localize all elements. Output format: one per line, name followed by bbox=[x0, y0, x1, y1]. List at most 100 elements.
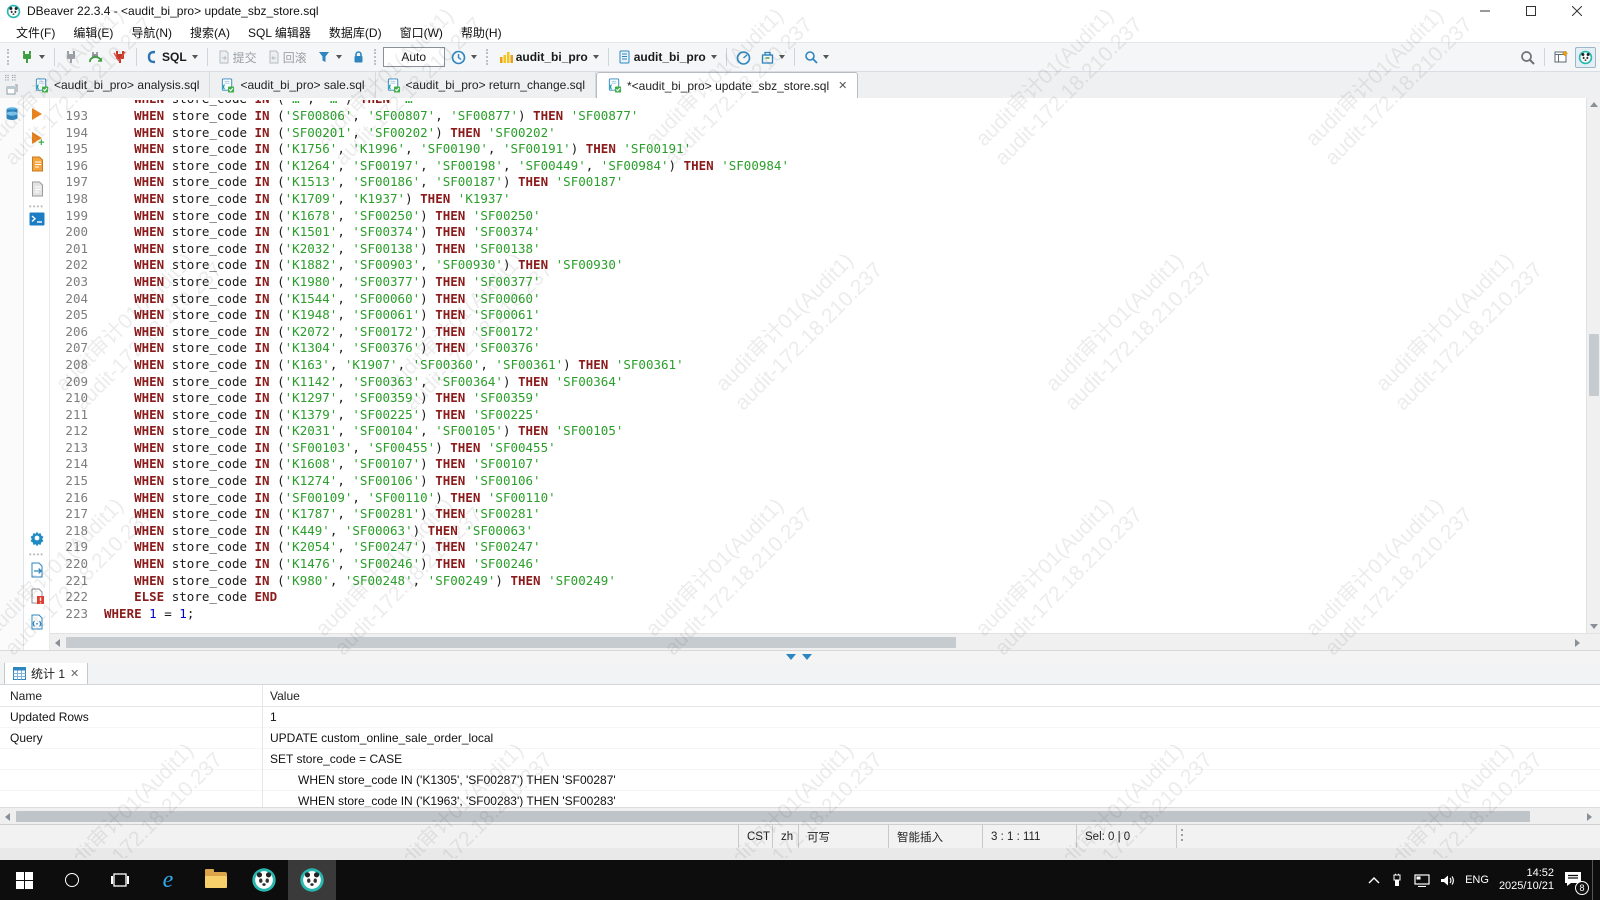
close-tab-icon[interactable]: ✕ bbox=[70, 667, 79, 680]
code-line[interactable]: 197 WHEN store_code IN ('K1513', 'SF0018… bbox=[50, 174, 1600, 191]
internet-explorer-button[interactable]: e bbox=[144, 860, 192, 900]
status-timezone[interactable]: CST bbox=[738, 825, 772, 848]
usb-icon[interactable] bbox=[1390, 873, 1404, 887]
code-line[interactable]: 211 WHEN store_code IN ('K1379', 'SF0022… bbox=[50, 407, 1600, 424]
scroll-left-arrow[interactable] bbox=[5, 813, 10, 821]
commit-button[interactable]: 提交 bbox=[213, 46, 261, 69]
code-line[interactable]: 209 WHEN store_code IN ('K1142', 'SF0036… bbox=[50, 374, 1600, 391]
rollback-button[interactable]: 回滚 bbox=[263, 46, 311, 69]
dashboard-button[interactable] bbox=[732, 47, 755, 68]
transaction-mode-button[interactable] bbox=[313, 47, 346, 67]
menu-item[interactable]: 搜索(A) bbox=[182, 22, 238, 43]
commit-mode-combo[interactable]: Auto bbox=[383, 47, 445, 67]
code-line[interactable]: 201 WHEN store_code IN ('K2032', 'SF0013… bbox=[50, 241, 1600, 258]
scroll-right-arrow[interactable] bbox=[1587, 813, 1592, 821]
sql-editor[interactable]: WHEN store_code IN ('…', '…') THEN '…'19… bbox=[50, 98, 1600, 650]
code-line[interactable]: 193 WHEN store_code IN ('SF00806', 'SF00… bbox=[50, 108, 1600, 125]
execute-new-tab-button[interactable]: + bbox=[32, 132, 42, 144]
code-line[interactable]: 204 WHEN store_code IN ('K1544', 'SF0006… bbox=[50, 291, 1600, 308]
panel-horizontal-scrollbar[interactable] bbox=[0, 807, 1600, 824]
search-taskbar-button[interactable] bbox=[48, 860, 96, 900]
language-indicator[interactable]: ENG bbox=[1465, 874, 1489, 886]
taskbar-clock[interactable]: 14:52 2025/10/21 bbox=[1499, 867, 1554, 893]
code-line[interactable]: 199 WHEN store_code IN ('K1678', 'SF0025… bbox=[50, 208, 1600, 225]
editor-vertical-scrollbar[interactable] bbox=[1586, 98, 1600, 633]
menu-item[interactable]: 编辑(E) bbox=[65, 22, 121, 43]
code-line[interactable]: 210 WHEN store_code IN ('K1297', 'SF0035… bbox=[50, 390, 1600, 407]
commit-type-button[interactable] bbox=[757, 48, 789, 67]
script-output-button[interactable] bbox=[29, 614, 45, 630]
transaction-lock-button[interactable] bbox=[348, 47, 369, 67]
open-perspective-button[interactable] bbox=[1550, 47, 1573, 67]
code-line[interactable]: 215 WHEN store_code IN ('K1274', 'SF0010… bbox=[50, 473, 1600, 490]
collapse-down-icon[interactable] bbox=[786, 654, 796, 660]
execute-statement-button[interactable] bbox=[32, 108, 42, 120]
editor-tab[interactable]: <audit_bi_pro> sale.sql bbox=[210, 72, 375, 98]
code-line[interactable]: 218 WHEN store_code IN ('K449', 'SF00063… bbox=[50, 523, 1600, 540]
action-center-button[interactable]: 8 bbox=[1564, 871, 1582, 890]
table-row[interactable]: SET store_code = CASE bbox=[0, 749, 1600, 770]
editor-settings-button[interactable] bbox=[29, 530, 45, 546]
export-result-button[interactable] bbox=[29, 562, 45, 578]
code-line[interactable]: 212 WHEN store_code IN ('K2031', 'SF0010… bbox=[50, 423, 1600, 440]
vscroll-thumb[interactable] bbox=[1589, 334, 1599, 396]
task-view-button[interactable] bbox=[96, 860, 144, 900]
hscroll-thumb[interactable] bbox=[66, 637, 956, 648]
dbeaver-taskbar-button-active[interactable] bbox=[288, 860, 336, 900]
code-line[interactable]: 196 WHEN store_code IN ('K1264', 'SF0019… bbox=[50, 158, 1600, 175]
column-header-name[interactable]: Name bbox=[0, 689, 262, 703]
network-icon[interactable] bbox=[1414, 874, 1430, 887]
status-writable[interactable]: 可写 bbox=[798, 825, 888, 848]
close-button[interactable] bbox=[1554, 0, 1600, 22]
active-connection-combo[interactable]: audit_bi_pro bbox=[495, 47, 603, 67]
minimize-button[interactable] bbox=[1462, 0, 1508, 22]
code-line[interactable]: 198 WHEN store_code IN ('K1709', 'K1937'… bbox=[50, 191, 1600, 208]
code-line[interactable]: 220 WHEN store_code IN ('K1476', 'SF0024… bbox=[50, 556, 1600, 573]
code-line[interactable]: 202 WHEN store_code IN ('K1882', 'SF0090… bbox=[50, 257, 1600, 274]
dbeaver-perspective-button[interactable] bbox=[1575, 47, 1596, 68]
table-row[interactable]: QueryUPDATE custom_online_sale_order_loc… bbox=[0, 728, 1600, 749]
editor-tab[interactable]: <audit_bi_pro> analysis.sql bbox=[24, 72, 210, 98]
scroll-down-arrow[interactable] bbox=[1590, 624, 1598, 629]
connect-button[interactable] bbox=[60, 47, 82, 67]
execute-script-button[interactable] bbox=[29, 156, 44, 172]
code-line[interactable]: 200 WHEN store_code IN ('K1501', 'SF0037… bbox=[50, 224, 1600, 241]
statistics-tab[interactable]: 统计 1 ✕ bbox=[4, 662, 88, 684]
menu-item[interactable]: 数据库(D) bbox=[321, 22, 390, 43]
code-line[interactable]: 214 WHEN store_code IN ('K1608', 'SF0010… bbox=[50, 456, 1600, 473]
database-navigator-icon[interactable] bbox=[4, 106, 20, 122]
active-database-combo[interactable]: audit_bi_pro bbox=[614, 47, 721, 67]
status-selection[interactable]: Sel: 0 | 0 bbox=[1076, 825, 1174, 848]
scroll-up-arrow[interactable] bbox=[1590, 102, 1598, 107]
validate-file-button[interactable] bbox=[29, 588, 45, 604]
table-row[interactable]: Updated Rows1 bbox=[0, 707, 1600, 728]
status-language[interactable]: zh bbox=[772, 825, 798, 848]
editor-tab-active[interactable]: *<audit_bi_pro> update_sbz_store.sql✕ bbox=[596, 72, 858, 98]
explain-plan-button[interactable] bbox=[29, 181, 44, 197]
menu-item[interactable]: 导航(N) bbox=[123, 22, 180, 43]
hscroll-thumb[interactable] bbox=[16, 811, 1530, 822]
show-desktop-button[interactable] bbox=[1592, 860, 1596, 900]
editor-horizontal-scrollbar[interactable] bbox=[50, 633, 1600, 650]
tray-expand-chevron-icon[interactable] bbox=[1368, 876, 1380, 884]
close-tab-icon[interactable]: ✕ bbox=[838, 79, 847, 92]
code-line[interactable]: 221 WHEN store_code IN ('K980', 'SF00248… bbox=[50, 573, 1600, 590]
menu-item[interactable]: SQL 编辑器 bbox=[240, 22, 319, 43]
code-line[interactable]: 203 WHEN store_code IN ('K1980', 'SF0037… bbox=[50, 274, 1600, 291]
code-line[interactable]: 205 WHEN store_code IN ('K1948', 'SF0006… bbox=[50, 307, 1600, 324]
menu-item[interactable]: 窗口(W) bbox=[392, 22, 451, 43]
new-connection-button[interactable] bbox=[16, 47, 49, 67]
code-line[interactable]: 223WHERE 1 = 1; bbox=[50, 606, 1600, 623]
collapse-down-icon[interactable] bbox=[802, 654, 812, 660]
dbeaver-taskbar-button[interactable] bbox=[240, 860, 288, 900]
code-line[interactable]: 207 WHEN store_code IN ('K1304', 'SF0037… bbox=[50, 340, 1600, 357]
code-line[interactable]: 219 WHEN store_code IN ('K2054', 'SF0024… bbox=[50, 539, 1600, 556]
table-row[interactable]: WHEN store_code IN ('K1305', 'SF00287') … bbox=[0, 770, 1600, 791]
menu-item[interactable]: 文件(F) bbox=[8, 22, 63, 43]
menu-item[interactable]: 帮助(H) bbox=[453, 22, 510, 43]
start-button[interactable] bbox=[0, 860, 48, 900]
table-row[interactable]: WHEN store_code IN ('K1963', 'SF00283') … bbox=[0, 791, 1600, 807]
code-line[interactable]: 213 WHEN store_code IN ('SF00103', 'SF00… bbox=[50, 440, 1600, 457]
code-line[interactable]: 195 WHEN store_code IN ('K1756', 'K1996'… bbox=[50, 141, 1600, 158]
sql-editor-button[interactable]: SQL bbox=[142, 47, 202, 67]
